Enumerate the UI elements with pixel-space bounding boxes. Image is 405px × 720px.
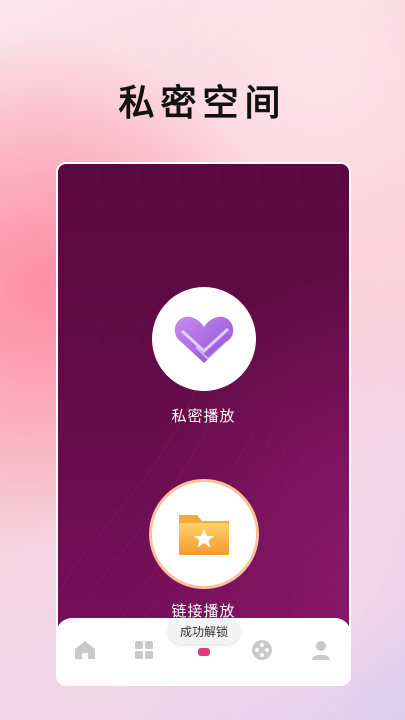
private-play-button[interactable] [151, 287, 256, 391]
private-play-label: 私密播放 [171, 407, 236, 425]
home-icon [75, 641, 95, 659]
tab-home[interactable] [73, 638, 97, 662]
heart-box-icon [174, 316, 233, 363]
content-card: 私密播放 链接播放 [56, 162, 351, 684]
tab-game[interactable] [250, 638, 274, 662]
profile-icon [312, 641, 330, 660]
unlock-toast: 成功解锁 [168, 618, 240, 644]
private-play-entry[interactable]: 私密播放 [58, 287, 349, 426]
tab-profile[interactable] [309, 638, 333, 662]
page-title: 私密空间 [118, 83, 287, 124]
link-play-button[interactable] [151, 482, 256, 586]
game-icon [252, 640, 272, 660]
center-icon[interactable] [198, 648, 210, 656]
tab-grid[interactable] [132, 638, 156, 662]
grid-icon [135, 641, 153, 659]
link-play-entry[interactable]: 链接播放 [58, 482, 349, 621]
star-folder-icon [178, 515, 229, 555]
